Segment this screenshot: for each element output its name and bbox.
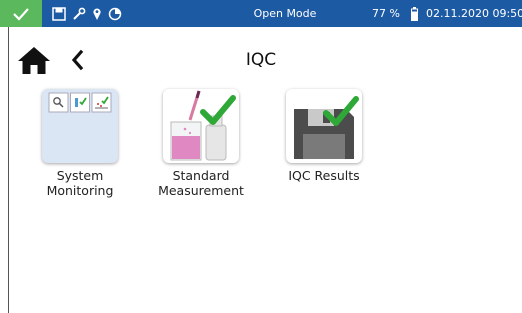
- back-chevron-icon: [71, 49, 84, 71]
- status-datetime: 02.11.2020 09:50: [426, 7, 522, 20]
- status-bar: Open Mode 77 % 02.11.2020 09:50: [0, 0, 522, 27]
- tile-label-standard-measurement: Standard Measurement: [158, 168, 244, 198]
- tile-label-iqc-results: IQC Results: [288, 168, 360, 183]
- back-button[interactable]: [66, 46, 88, 74]
- wrench-icon: [73, 7, 86, 20]
- location-pin-icon: [93, 8, 101, 20]
- left-border: [8, 27, 9, 313]
- clock-pie-icon: [108, 7, 122, 21]
- page-title: IQC: [245, 50, 277, 70]
- battery-percent: 77 %: [372, 7, 400, 20]
- system-monitoring-icon: [48, 92, 112, 113]
- battery-icon: [411, 7, 418, 21]
- standard-measurement-icon: [170, 90, 236, 161]
- save-icon: [52, 7, 66, 21]
- status-mode: Open Mode: [253, 7, 317, 20]
- iqc-results-icon: [294, 96, 359, 159]
- home-button[interactable]: [17, 45, 51, 75]
- iqc-results-tile[interactable]: IQC Results: [269, 89, 379, 183]
- standard-measurement-tile[interactable]: Standard Measurement: [146, 89, 256, 198]
- home-icon: [18, 47, 50, 74]
- check-icon: [13, 7, 29, 21]
- status-ok-indicator: [0, 0, 42, 27]
- tile-label-system-monitoring: System Monitoring: [46, 168, 114, 198]
- system-monitoring-tile[interactable]: System Monitoring: [25, 89, 135, 198]
- status-icons: [52, 4, 122, 24]
